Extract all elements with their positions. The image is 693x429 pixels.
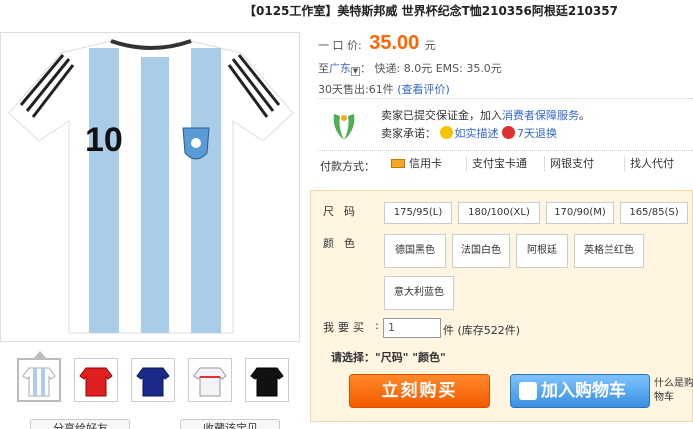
buy-now-button[interactable]: 立刻购买	[349, 374, 490, 408]
guarantee-text: 卖家已提交保证金，加入消费者保障服务。	[381, 109, 590, 122]
color-option-italy-blue[interactable]: 意大利蓝色	[384, 276, 454, 310]
quantity-label: 我要买	[323, 321, 368, 334]
color-option-france-white[interactable]: 法国白色	[452, 234, 510, 268]
thumbnail-italy-blue[interactable]	[131, 358, 175, 402]
sold-row: 30天售出:61件 (查看评价)	[318, 81, 450, 97]
thumbnail-england-red[interactable]	[74, 358, 118, 402]
collect-button[interactable]: 收藏该宝贝	[180, 419, 280, 429]
svg-text:10: 10	[85, 121, 123, 159]
as-described-icon	[439, 126, 453, 139]
divider	[318, 98, 693, 99]
sold-label: 30天售出:	[318, 83, 369, 96]
add-to-cart-button[interactable]: 加入购物车	[510, 374, 650, 408]
seller-promises: 卖家承诺： 如实描述 7天退换	[381, 125, 557, 141]
payment-online-bank[interactable]: 网银支付	[544, 156, 594, 172]
consumer-protection-link[interactable]: 消费者保障服务	[502, 109, 579, 122]
product-title: 【0125工作室】美特斯邦威 世界杯纪念T恤210356阿根廷210357	[244, 4, 618, 18]
thumbnail-strip	[17, 358, 289, 402]
price-label: 一 口 价:	[318, 39, 362, 52]
stock-note: 件 (库存522件)	[443, 324, 521, 337]
trust-section: 卖家已提交保证金，加入消费者保障服务。 卖家承诺： 如实描述 7天退换	[318, 102, 693, 148]
payment-alipay-card[interactable]: 支付宝卡通	[466, 156, 527, 172]
credit-card-icon	[391, 159, 405, 168]
payment-credit-card[interactable]: 信用卡	[386, 156, 442, 172]
size-option-M[interactable]: 170/90(M)	[546, 202, 614, 224]
main-product-image[interactable]: 10	[0, 32, 300, 342]
shipping-fees: 快递: 8.0元 EMS: 35.0元	[374, 62, 502, 75]
size-option-XL[interactable]: 180/100(XL)	[458, 202, 540, 224]
argentina-jersey-image: 10	[8, 39, 294, 334]
consumer-protection-icon	[333, 114, 355, 140]
thumbnail-france-white[interactable]	[188, 358, 232, 402]
quantity-input[interactable]: 1	[383, 318, 441, 338]
sold-count: 61件	[368, 83, 394, 96]
price-row: 一 口 价: 35.00 元	[318, 32, 436, 55]
price-unit: 元	[424, 39, 436, 52]
color-option-germany-black[interactable]: 德国黑色	[384, 234, 446, 268]
seven-day-return-icon	[502, 126, 515, 139]
selection-tip: 请选择："尺码" "颜色"	[331, 351, 446, 364]
thumbnail-argentina[interactable]	[17, 358, 61, 402]
cart-icon	[519, 382, 537, 400]
size-option-S[interactable]: 165/85(S)	[620, 202, 688, 224]
shipping-row: 至广东 ▼： 快递: 8.0元 EMS: 35.0元	[318, 62, 502, 76]
promise-7day-return[interactable]: 7天退换	[517, 127, 557, 140]
color-option-england-red[interactable]: 英格兰红色	[574, 234, 644, 268]
color-label: 颜色	[323, 237, 365, 250]
promise-as-described[interactable]: 如实描述	[455, 127, 499, 140]
divider	[318, 150, 693, 151]
size-option-L[interactable]: 175/95(L)	[384, 202, 452, 224]
payment-proxy[interactable]: 找人代付	[624, 156, 674, 172]
thumbnail-pointer	[34, 351, 46, 358]
region-select[interactable]: 广东	[329, 62, 351, 75]
size-label: 尺码	[323, 205, 365, 218]
color-option-argentina[interactable]: 阿根廷	[516, 234, 568, 268]
shipping-to-label: 至	[318, 62, 329, 75]
view-reviews-link[interactable]: (查看评价)	[397, 83, 450, 96]
payment-label: 付款方式：	[320, 160, 375, 173]
share-button[interactable]: 分享给好友	[30, 419, 130, 429]
promise-label: 卖家承诺：	[381, 127, 436, 140]
chevron-down-icon[interactable]: ▼	[351, 67, 360, 76]
bottom-actions: 分享给好友 收藏该宝贝	[30, 419, 280, 429]
thumbnail-germany-black[interactable]	[245, 358, 289, 402]
what-is-cart-link[interactable]: 什么是购物车	[654, 377, 693, 405]
price-value: 35.00	[369, 32, 420, 54]
